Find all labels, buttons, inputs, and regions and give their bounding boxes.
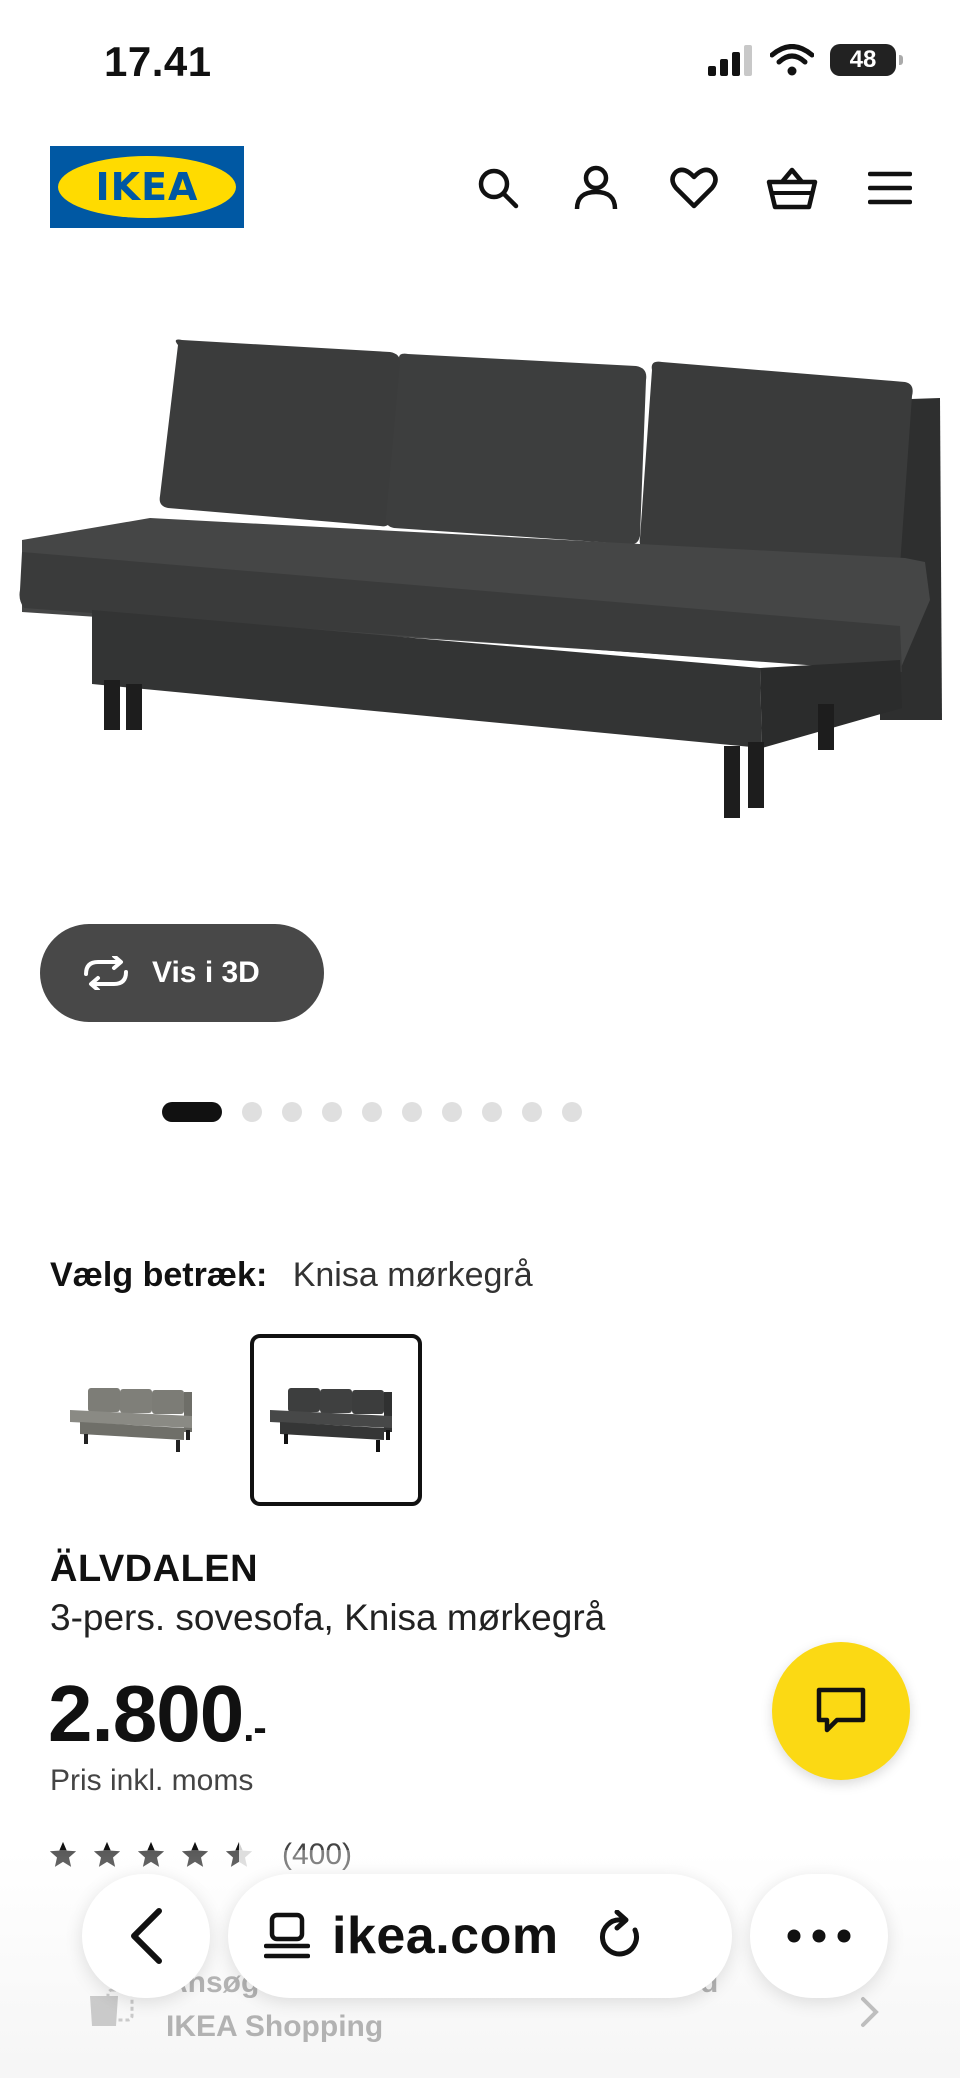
basket-icon <box>766 167 818 210</box>
price-note: Pris inkl. moms <box>50 1764 254 1797</box>
product-price: 2.800.- <box>48 1668 267 1760</box>
favourites-button[interactable] <box>664 158 724 218</box>
account-button[interactable] <box>566 158 626 218</box>
cover-swatches <box>50 1334 422 1506</box>
cellular-signal-icon <box>708 45 752 76</box>
gallery-dot[interactable] <box>322 1102 342 1122</box>
gallery-dot[interactable] <box>162 1102 222 1122</box>
battery-icon: 48 <box>830 44 903 76</box>
product-description: 3-pers. sovesofa, Knisa mørkegrå <box>50 1597 606 1638</box>
price-value: 2.800 <box>48 1669 244 1758</box>
product-image[interactable] <box>0 300 960 940</box>
ikea-logo[interactable]: IKEA <box>50 146 244 228</box>
status-bar: 17.41 48 <box>0 0 960 120</box>
gallery-dot[interactable] <box>242 1102 262 1122</box>
page-settings-icon <box>264 1912 310 1959</box>
sofa-dark-grey-thumbnail <box>270 1388 392 1452</box>
gallery-pagination <box>0 1100 960 1124</box>
view-3d-label: Vis i 3D <box>152 956 260 989</box>
gallery-dot[interactable] <box>362 1102 382 1122</box>
view-3d-button[interactable]: Vis i 3D <box>40 924 324 1022</box>
status-indicators: 48 <box>708 44 903 76</box>
promo-subtitle: IKEA Shopping <box>166 2010 384 2043</box>
chat-button[interactable] <box>772 1642 910 1780</box>
ellipsis-icon <box>787 1929 851 1943</box>
heart-icon <box>670 167 718 209</box>
search-button[interactable] <box>468 158 528 218</box>
wifi-icon <box>770 44 814 76</box>
sofa-image <box>19 339 942 818</box>
logo-oval: IKEA <box>58 156 236 218</box>
gallery-dot[interactable] <box>522 1102 542 1122</box>
browser-toolbar: ikea.com <box>0 1866 960 1998</box>
gallery-dot[interactable] <box>562 1102 582 1122</box>
swatch-knisa-grey[interactable] <box>50 1334 222 1506</box>
gallery-dot[interactable] <box>482 1102 502 1122</box>
browser-address-bar[interactable]: ikea.com <box>228 1874 732 1998</box>
header-actions <box>468 158 920 218</box>
cover-label: Vælg betræk: <box>50 1256 268 1294</box>
reload-icon <box>599 1910 639 1957</box>
status-time: 17.41 <box>104 38 212 85</box>
cover-selection: Vælg betræk: Knisa mørkegrå <box>50 1256 533 1295</box>
menu-button[interactable] <box>860 158 920 218</box>
basket-button[interactable] <box>762 158 822 218</box>
product-name: ÄLVDALEN <box>50 1548 259 1590</box>
browser-back-button[interactable] <box>82 1874 210 1998</box>
gallery-dot[interactable] <box>402 1102 422 1122</box>
price-suffix: .- <box>243 1706 266 1750</box>
chevron-left-icon <box>131 1908 162 1964</box>
gallery-dot[interactable] <box>442 1102 462 1122</box>
hamburger-menu-icon <box>868 171 912 205</box>
logo-text: IKEA <box>95 165 199 209</box>
rotate-3d-icon <box>84 956 128 990</box>
site-header: IKEA <box>0 140 960 236</box>
chat-bubble-icon <box>816 1687 866 1733</box>
gallery-dot[interactable] <box>282 1102 302 1122</box>
sofa-grey-thumbnail <box>70 1388 192 1452</box>
battery-level: 48 <box>849 46 877 73</box>
chevron-right-icon <box>861 1997 879 2027</box>
swatch-knisa-dark-grey[interactable] <box>250 1334 422 1506</box>
user-icon <box>574 165 618 210</box>
browser-more-button[interactable] <box>750 1874 888 1998</box>
browser-url: ikea.com <box>332 1907 559 1965</box>
cover-value: Knisa mørkegrå <box>292 1256 533 1294</box>
search-icon <box>478 168 519 209</box>
